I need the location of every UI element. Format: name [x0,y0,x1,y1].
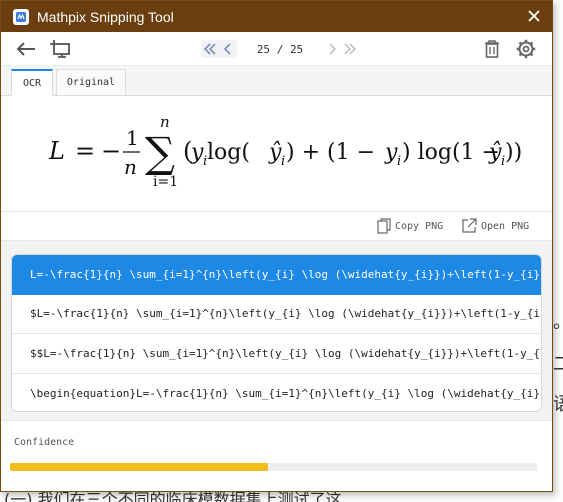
mathpix-logo-icon [13,8,29,25]
back-button[interactable] [13,37,39,61]
delete-button[interactable] [479,37,505,61]
result-item-equation-env[interactable]: \begin{equation}L=-\frac{1}{n} \sum_{i=1… [12,374,541,412]
formula-y: y [384,140,398,165]
external-link-icon [462,218,477,233]
result-item-latex[interactable]: L=-\frac{1}{n} \sum_{i=1}^{n}\left(y_{i}… [12,255,541,295]
copy-png-button[interactable]: Copy PNG [377,218,443,234]
formula-sum: ∑ [145,128,175,177]
formula-end: )) [505,140,522,165]
open-png-button[interactable]: Open PNG [461,218,529,234]
first-page-button[interactable] [201,40,219,58]
close-icon [528,10,540,22]
copy-icon [377,218,391,234]
confidence-label: Confidence [14,437,75,448]
formula-close-1: ) + (1 − [286,140,375,165]
formula-sub-i: i [397,154,401,169]
close-button[interactable] [522,4,546,28]
prev-page-button[interactable] [219,40,237,58]
toolbar: 25 / 25 [1,32,552,66]
results-panel: L=-\frac{1}{n} \sum_{i=1}^{n}\left(y_{i}… [1,240,552,420]
tab-original[interactable]: Original [56,69,126,96]
window-title: Mathpix Snipping Tool [37,8,174,25]
last-page-button[interactable] [341,40,359,58]
snipping-tool-window: Mathpix Snipping Tool 25 / 25 OCR Origin… [0,0,553,492]
formula-hat-y: ŷ [268,140,282,165]
formula-close-2: ) log(1 − [402,140,500,165]
tab-ocr[interactable]: OCR [11,69,53,96]
formula-y: y [190,140,204,165]
open-png-label: Open PNG [481,220,530,232]
snip-screen-button[interactable] [47,37,73,61]
image-actions: Copy PNG Open PNG [1,211,552,240]
next-page-button[interactable] [323,40,341,58]
pager-next-group [323,40,359,58]
result-item-inline-math[interactable]: $L=-\frac{1}{n} \sum_{i=1}^{n}\left(y_{i… [12,295,541,334]
confidence-bar [10,463,537,471]
rendered-formula: L = − 1 n ∑ n i=1 ( y i log( ŷ i ) + (1 … [1,96,552,211]
chevron-left-icon [223,43,231,55]
double-chevron-right-icon [344,43,357,55]
formula-equals: = [75,137,95,165]
background-fragment: 二 [553,354,563,375]
formula-sub-i: i [281,154,285,169]
current-page: 25 [256,42,271,56]
page-separator: / [276,42,284,56]
pager-prev-group [201,40,237,58]
pagination: 25 / 25 [201,38,363,60]
tab-bar: OCR Original [1,66,552,96]
formula-frac-num: 1 [126,126,139,150]
confidence-bar-fill [10,463,269,471]
settings-button[interactable] [513,37,539,61]
background-fragment: 语 [553,394,563,415]
formula-log: log( [207,140,250,165]
arrow-left-icon [16,42,35,56]
page-indicator: 25 / 25 [237,43,323,56]
total-pages: 25 [289,42,304,56]
formula-minus: − [101,137,121,165]
result-item-display-math[interactable]: $$L=-\frac{1}{n} \sum_{i=1}^{n}\left(y_{… [12,334,541,374]
formula-render: L = − 1 n ∑ n i=1 ( y i log( ŷ i ) + (1 … [48,113,522,190]
gear-icon [516,39,536,59]
screen-capture-icon [50,40,70,58]
title-bar: Mathpix Snipping Tool [1,1,552,32]
double-chevron-left-icon [203,43,216,55]
formula-lhs: L [48,137,65,165]
latex-results-list: L=-\frac{1}{n} \sum_{i=1}^{n}\left(y_{i}… [11,254,542,412]
formula-sum-lower: i=1 [153,174,178,190]
confidence-section: Confidence [1,420,552,482]
trash-icon [485,40,499,58]
formula-sum-upper: n [160,113,170,131]
formula-frac-den: n [124,155,137,179]
formula-hat-y: ŷ [488,140,502,165]
background-fragment: 。 [553,308,563,334]
chevron-right-icon [329,43,337,55]
copy-png-label: Copy PNG [395,220,444,232]
